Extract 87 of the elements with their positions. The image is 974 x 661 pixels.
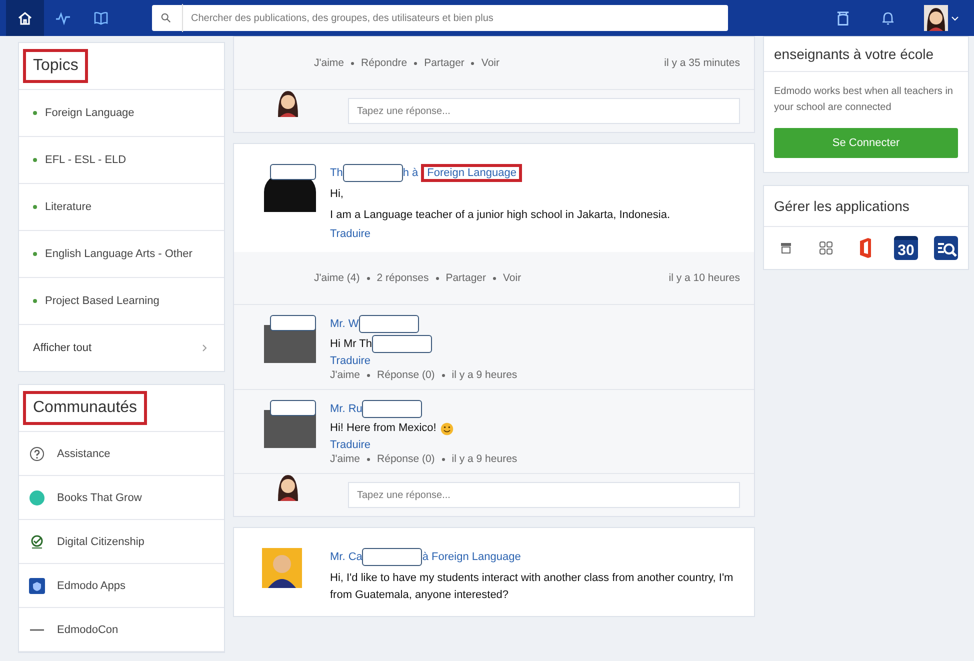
bell-icon[interactable] — [880, 10, 896, 26]
reply-meta: il y a 9 heures — [452, 453, 518, 465]
checkmark-icon[interactable] — [29, 534, 45, 550]
avatar-icon[interactable] — [924, 5, 948, 31]
search-field[interactable]: Chercher des publications, des groupes, des utilisateurs et bien plus — [152, 5, 728, 31]
author-link[interactable]: Mr. Ru — [330, 403, 362, 415]
translate-link[interactable]: Traduire — [330, 228, 371, 240]
topics-title: Topics — [23, 49, 88, 83]
action-link[interactable]: Répondre — [361, 57, 408, 69]
redaction-box — [362, 400, 422, 418]
post-text: Hi, — [330, 187, 344, 202]
bullet-separator — [367, 374, 370, 377]
action-link[interactable]: Partager — [424, 57, 464, 69]
post-text: Hi, I'd like to have my students interact with another class from another country, I'm from Guatemala, anyone interested? — [330, 571, 734, 603]
bullet-separator — [351, 62, 354, 64]
redaction-box — [342, 164, 403, 182]
post-text: I am a Language teacher of a junior high school in Jakarta, Indonesia. — [330, 208, 672, 223]
reply-meta[interactable]: Réponse (0) — [377, 369, 435, 381]
reply-meta: il y a 9 heures — [452, 369, 518, 381]
open-book-icon[interactable] — [93, 10, 109, 26]
grid-icon[interactable] — [818, 240, 834, 256]
community-label: Digital Citizenship — [57, 536, 144, 548]
store-icon[interactable] — [778, 240, 794, 256]
action-link[interactable]: Partager — [446, 272, 486, 284]
community-item[interactable]: Edmodo Apps — [19, 564, 224, 608]
bullet-separator — [442, 458, 445, 461]
redaction-box — [362, 548, 422, 566]
redaction-box — [358, 315, 419, 333]
calendar-icon[interactable]: 30 — [894, 236, 918, 260]
group-link[interactable]: Foreign Language — [421, 164, 522, 182]
action-link[interactable]: 2 réponses — [376, 272, 429, 284]
bullet-separator — [471, 62, 474, 64]
topic-item[interactable]: Foreign Language — [19, 90, 224, 137]
reply-text: Hi Mr Th — [330, 336, 372, 352]
search-icon — [160, 12, 172, 24]
community-item[interactable]: Books That Grow — [19, 476, 224, 520]
reply-meta[interactable]: Réponse (0) — [377, 453, 435, 465]
reply-meta[interactable]: J'aime — [330, 369, 360, 381]
bullet-separator — [414, 62, 418, 64]
translate-link[interactable]: Traduire — [330, 439, 371, 451]
help-icon[interactable] — [29, 446, 45, 462]
invite-title: enseignants à votre école — [764, 37, 968, 72]
community-item[interactable]: EdmodoCon — [19, 608, 224, 652]
topic-item[interactable]: EFL - ESL - ELD — [19, 137, 224, 184]
action-link[interactable]: Voir — [481, 57, 500, 69]
group-link[interactable]: Foreign Language — [432, 551, 521, 563]
reply-meta[interactable]: J'aime — [330, 453, 360, 465]
author-link[interactable]: à — [422, 551, 429, 563]
community-label: Edmodo Apps — [57, 580, 126, 592]
bullet-separator — [493, 276, 496, 280]
reply-field[interactable]: Tapez une réponse... — [348, 98, 740, 124]
reply-text: Hi! Here from Mexico! — [330, 421, 436, 436]
show-all-link[interactable]: Afficher tout — [19, 325, 224, 371]
redaction-box — [372, 335, 432, 353]
home-tab[interactable] — [6, 0, 44, 36]
reply-field[interactable]: Tapez une réponse... — [348, 482, 740, 508]
shield-icon[interactable] — [29, 578, 45, 594]
action-link[interactable]: Voir — [503, 272, 522, 284]
topic-item[interactable]: Literature — [19, 184, 224, 231]
action-link[interactable]: J'aime (4) — [314, 272, 360, 284]
translate-link[interactable]: Traduire — [330, 355, 371, 367]
pulse-icon[interactable] — [55, 10, 71, 26]
author-link[interactable]: Mr. Ca — [330, 551, 362, 563]
connect-button[interactable]: Se Connecter — [774, 128, 958, 158]
smiley-icon — [440, 422, 454, 436]
community-label: Assistance — [57, 448, 110, 460]
apps-title: Gérer les applications — [764, 186, 968, 227]
author-link[interactable]: Th — [330, 167, 343, 179]
topic-item[interactable]: Project Based Learning — [19, 278, 224, 325]
topic-item[interactable]: English Language Arts - Other — [19, 231, 224, 278]
author-link[interactable]: h à — [402, 167, 418, 179]
bullet-separator — [366, 276, 370, 280]
home-icon[interactable] — [17, 10, 33, 26]
bullet-separator — [442, 374, 445, 377]
post-time: il y a 35 minutes — [664, 57, 740, 69]
action-link[interactable]: J'aime — [314, 57, 344, 69]
post-time: il y a 10 heures — [668, 272, 740, 284]
search-icon[interactable] — [934, 236, 958, 260]
community-label: Books That Grow — [57, 492, 142, 504]
author-link[interactable]: Mr. W — [330, 318, 359, 330]
community-label: EdmodoCon — [57, 624, 118, 636]
invite-text: Edmodo works best when all teachers in your school are connected — [773, 85, 954, 115]
bullet-separator — [367, 458, 370, 461]
community-item[interactable]: Assistance — [19, 432, 224, 476]
communities-title: Communautés — [23, 391, 148, 425]
bullet-separator — [436, 276, 439, 280]
community-item[interactable]: Digital Citizenship — [19, 520, 224, 564]
